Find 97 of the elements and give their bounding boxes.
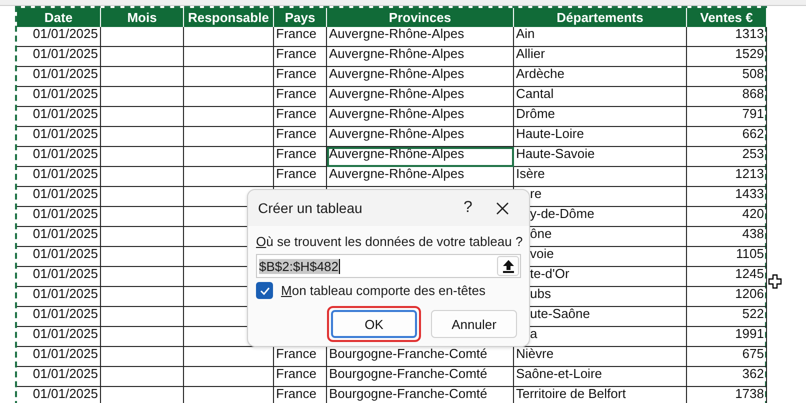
table-cell: Territoire de Belfort: [516, 387, 626, 401]
table-cell: 01/01/2025: [17, 387, 101, 403]
checkbox-label: Mon tableau comporte des en-têtes: [281, 282, 486, 298]
table-cell: Haute-Loire: [516, 127, 584, 141]
table-cell: 438: [687, 227, 767, 247]
table-cell: 1213: [687, 167, 767, 187]
table-cell: 662: [687, 127, 767, 147]
table-cell: Bourgogne-Franche-Comté: [327, 367, 514, 387]
table-cell: Auvergne-Rhône-Alpes: [327, 47, 514, 67]
move-cursor-icon: [768, 274, 782, 289]
table-cell: Auvergne-Rhône-Alpes: [327, 107, 514, 127]
table-cell: Auvergne-Rhône-Alpes: [327, 167, 514, 187]
column-header: Responsable: [184, 8, 274, 27]
table-cell: 01/01/2025: [17, 227, 101, 247]
table-cell: France: [274, 87, 327, 107]
upload-arrow-icon: [502, 260, 514, 272]
table-cell: Bourgogne-Franche-Comté: [327, 387, 514, 403]
table-cell: Haute-Savoie: [516, 147, 595, 161]
table-cell: Ain: [516, 27, 535, 41]
table-cell-text: ute-Saône: [529, 307, 590, 321]
range-field[interactable]: $B$2:$H$482: [256, 254, 521, 278]
table-cell-text: a: [529, 327, 538, 341]
table-cell: 420: [687, 207, 767, 227]
table-cell-text: ône: [529, 227, 552, 241]
column-header: Départements: [514, 8, 687, 27]
table-cell-text: voie: [529, 247, 554, 261]
table-cell: Nièvre: [516, 347, 554, 361]
table-cell: 01/01/2025: [17, 267, 101, 287]
range-prompt: Où se trouvent les données de votre tableau ?: [256, 234, 523, 250]
table-cell: Drôme: [516, 107, 556, 121]
table-cell: 362: [687, 367, 767, 387]
table-cell: 675: [687, 347, 767, 367]
table-cell-text: re: [529, 187, 542, 201]
table-cell: 1245: [687, 267, 767, 287]
help-button[interactable]: ?: [451, 194, 485, 222]
table-cell: France: [274, 387, 327, 403]
table-cell: 01/01/2025: [17, 107, 101, 127]
table-cell: Auvergne-Rhône-Alpes: [327, 27, 514, 47]
table-cell: 01/01/2025: [17, 127, 101, 147]
table-cell: 791: [687, 107, 767, 127]
dialog-button[interactable]: Annuler: [431, 310, 517, 338]
table-cell: 01/01/2025: [17, 187, 101, 207]
table-cell: 01/01/2025: [17, 87, 101, 107]
table-cell: Isère: [516, 167, 545, 181]
table-cell: Ardèche: [516, 67, 564, 81]
check-icon: [260, 286, 270, 294]
table-cell: 01/01/2025: [17, 367, 101, 387]
table-cell: 1738: [687, 387, 767, 403]
table-cell-text: ubs: [529, 287, 551, 301]
table-cell: 01/01/2025: [17, 327, 101, 347]
table-cell: 01/01/2025: [17, 307, 101, 327]
close-icon: [496, 202, 508, 214]
table-cell: 1105: [687, 247, 767, 267]
table-cell: France: [274, 367, 327, 387]
table-cell: 1206: [687, 287, 767, 307]
collapse-button[interactable]: [497, 256, 519, 276]
table-cell: 522: [687, 307, 767, 327]
table-cell: France: [274, 167, 327, 187]
column-header: Provinces: [327, 8, 514, 27]
table-cell: 1991: [687, 327, 767, 347]
table-cell-text: te-d'Or: [529, 267, 570, 281]
table-cell: Auvergne-Rhône-Alpes: [327, 147, 514, 167]
table-cell: 1313: [687, 27, 767, 47]
table-cell: 253: [687, 147, 767, 167]
headers-checkbox[interactable]: [256, 282, 273, 299]
table-cell: Auvergne-Rhône-Alpes: [327, 87, 514, 107]
column-header: Date: [17, 8, 101, 27]
table-cell: France: [274, 47, 327, 67]
table-cell: 01/01/2025: [17, 287, 101, 307]
table-cell: 01/01/2025: [17, 27, 101, 47]
table-cell: France: [274, 147, 327, 167]
table-cell: 01/01/2025: [17, 207, 101, 227]
table-cell: 01/01/2025: [17, 67, 101, 87]
column-header: Ventes €: [687, 8, 767, 27]
table-cell: 1529: [687, 47, 767, 67]
table-cell: France: [274, 107, 327, 127]
table-cell: 01/01/2025: [17, 347, 101, 367]
table-cell: Cantal: [516, 87, 554, 101]
column-header: Pays: [274, 8, 327, 27]
table-cell: 01/01/2025: [17, 247, 101, 267]
table-cell: France: [274, 67, 327, 87]
dialog-title: Créer un tableau: [258, 200, 364, 216]
table-cell: 01/01/2025: [17, 147, 101, 167]
dialog-button[interactable]: OK: [331, 310, 417, 338]
table-cell: France: [274, 27, 327, 47]
table-cell: Auvergne-Rhône-Alpes: [327, 67, 514, 87]
table-cell-text: y-de-Dôme: [529, 207, 594, 221]
table-cell: Auvergne-Rhône-Alpes: [327, 127, 514, 147]
table-cell: Saône-et-Loire: [516, 367, 602, 381]
table-cell: 868: [687, 87, 767, 107]
table-cell: 01/01/2025: [17, 47, 101, 67]
column-header: Mois: [101, 8, 184, 27]
table-cell: Allier: [516, 47, 545, 61]
table-cell: 01/01/2025: [17, 167, 101, 187]
table-cell: 1433: [687, 187, 767, 207]
table-cell: France: [274, 127, 327, 147]
table-cell: 508: [687, 67, 767, 87]
